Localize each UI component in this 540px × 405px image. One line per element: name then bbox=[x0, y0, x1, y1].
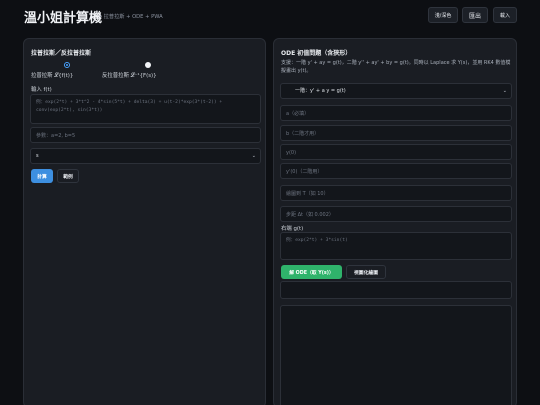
dt-input[interactable]: 步距 Δt（如 0.002） bbox=[280, 206, 512, 222]
radio-forward-label: 拉普拉斯 𝓛{f(t)} bbox=[31, 73, 74, 79]
variable-select[interactable]: s ⌄ bbox=[30, 148, 261, 164]
ode-result-box bbox=[280, 281, 512, 299]
yprime0-input[interactable]: y'(0)（二階用） bbox=[280, 163, 512, 179]
expr-input-label: 輸入 f(t) bbox=[31, 87, 52, 93]
ode-order-value: 一階：y' + a y = g(t) bbox=[295, 88, 346, 94]
ode-panel-title: ODE 初值問題（含狹形） bbox=[281, 50, 352, 57]
variable-select-value: s bbox=[36, 153, 39, 159]
y0-input[interactable]: y(0) bbox=[280, 144, 512, 160]
export-button[interactable]: 匯出 bbox=[462, 7, 488, 23]
radio-inverse[interactable] bbox=[145, 62, 151, 68]
calc-button[interactable]: 計算 bbox=[31, 169, 53, 183]
laplace-panel: 拉普拉斯／反拉普拉斯 拉普拉斯 𝓛{f(t)} 反拉普拉斯 𝓛⁻¹{F(s)} … bbox=[23, 38, 266, 405]
chevron-down-icon: ⌄ bbox=[502, 88, 507, 94]
plot-button[interactable]: 視圖化繪圖 bbox=[346, 265, 386, 279]
ode-order-select[interactable]: 一階：y' + a y = g(t) ⌄ bbox=[280, 83, 512, 99]
chevron-down-icon: ⌄ bbox=[251, 153, 256, 159]
app-title: 溫小姐計算機 bbox=[24, 11, 103, 26]
ode-description: 支援：一階 y' + ay = g(t)，二階 y'' + ay' + by =… bbox=[281, 60, 511, 74]
coef-a-input[interactable]: a（必填） bbox=[280, 105, 512, 121]
import-button[interactable]: 載入 bbox=[493, 7, 517, 23]
t-end-input[interactable]: 繪圖到 T（如 10） bbox=[280, 185, 512, 201]
coef-b-input[interactable]: b（二階才用） bbox=[280, 125, 512, 141]
top-bar: 溫小姐計算機 • 拉普拉斯 + ODE + PWA 淺/深色 匯出 載入 bbox=[0, 0, 540, 32]
ode-plot-area bbox=[280, 305, 512, 405]
solve-ode-button[interactable]: 解 ODE（取 Y(s)） bbox=[281, 265, 342, 279]
theme-toggle-button[interactable]: 淺/深色 bbox=[428, 7, 458, 23]
example-button[interactable]: 範例 bbox=[57, 169, 79, 183]
radio-inverse-label: 反拉普拉斯 𝓛⁻¹{F(s)} bbox=[102, 73, 157, 79]
app-subtitle: • 拉普拉斯 + ODE + PWA bbox=[99, 14, 163, 20]
radio-dot-icon bbox=[66, 64, 68, 66]
params-input[interactable]: 參數：a=2, b=5 bbox=[30, 127, 261, 143]
ode-panel: ODE 初值問題（含狹形） 支援：一階 y' + ay = g(t)，二階 y'… bbox=[273, 38, 517, 405]
rhs-textarea[interactable]: 例：exp(2*t) + 3*sin(t) bbox=[280, 232, 512, 260]
rhs-label: 右端 g(t) bbox=[281, 226, 304, 232]
laplace-panel-title: 拉普拉斯／反拉普拉斯 bbox=[31, 50, 92, 57]
radio-forward[interactable] bbox=[64, 62, 70, 68]
expr-textarea[interactable]: 例：exp(2*t) + 3*t^2 - 4*sin(5*t) + delta(… bbox=[30, 94, 261, 124]
